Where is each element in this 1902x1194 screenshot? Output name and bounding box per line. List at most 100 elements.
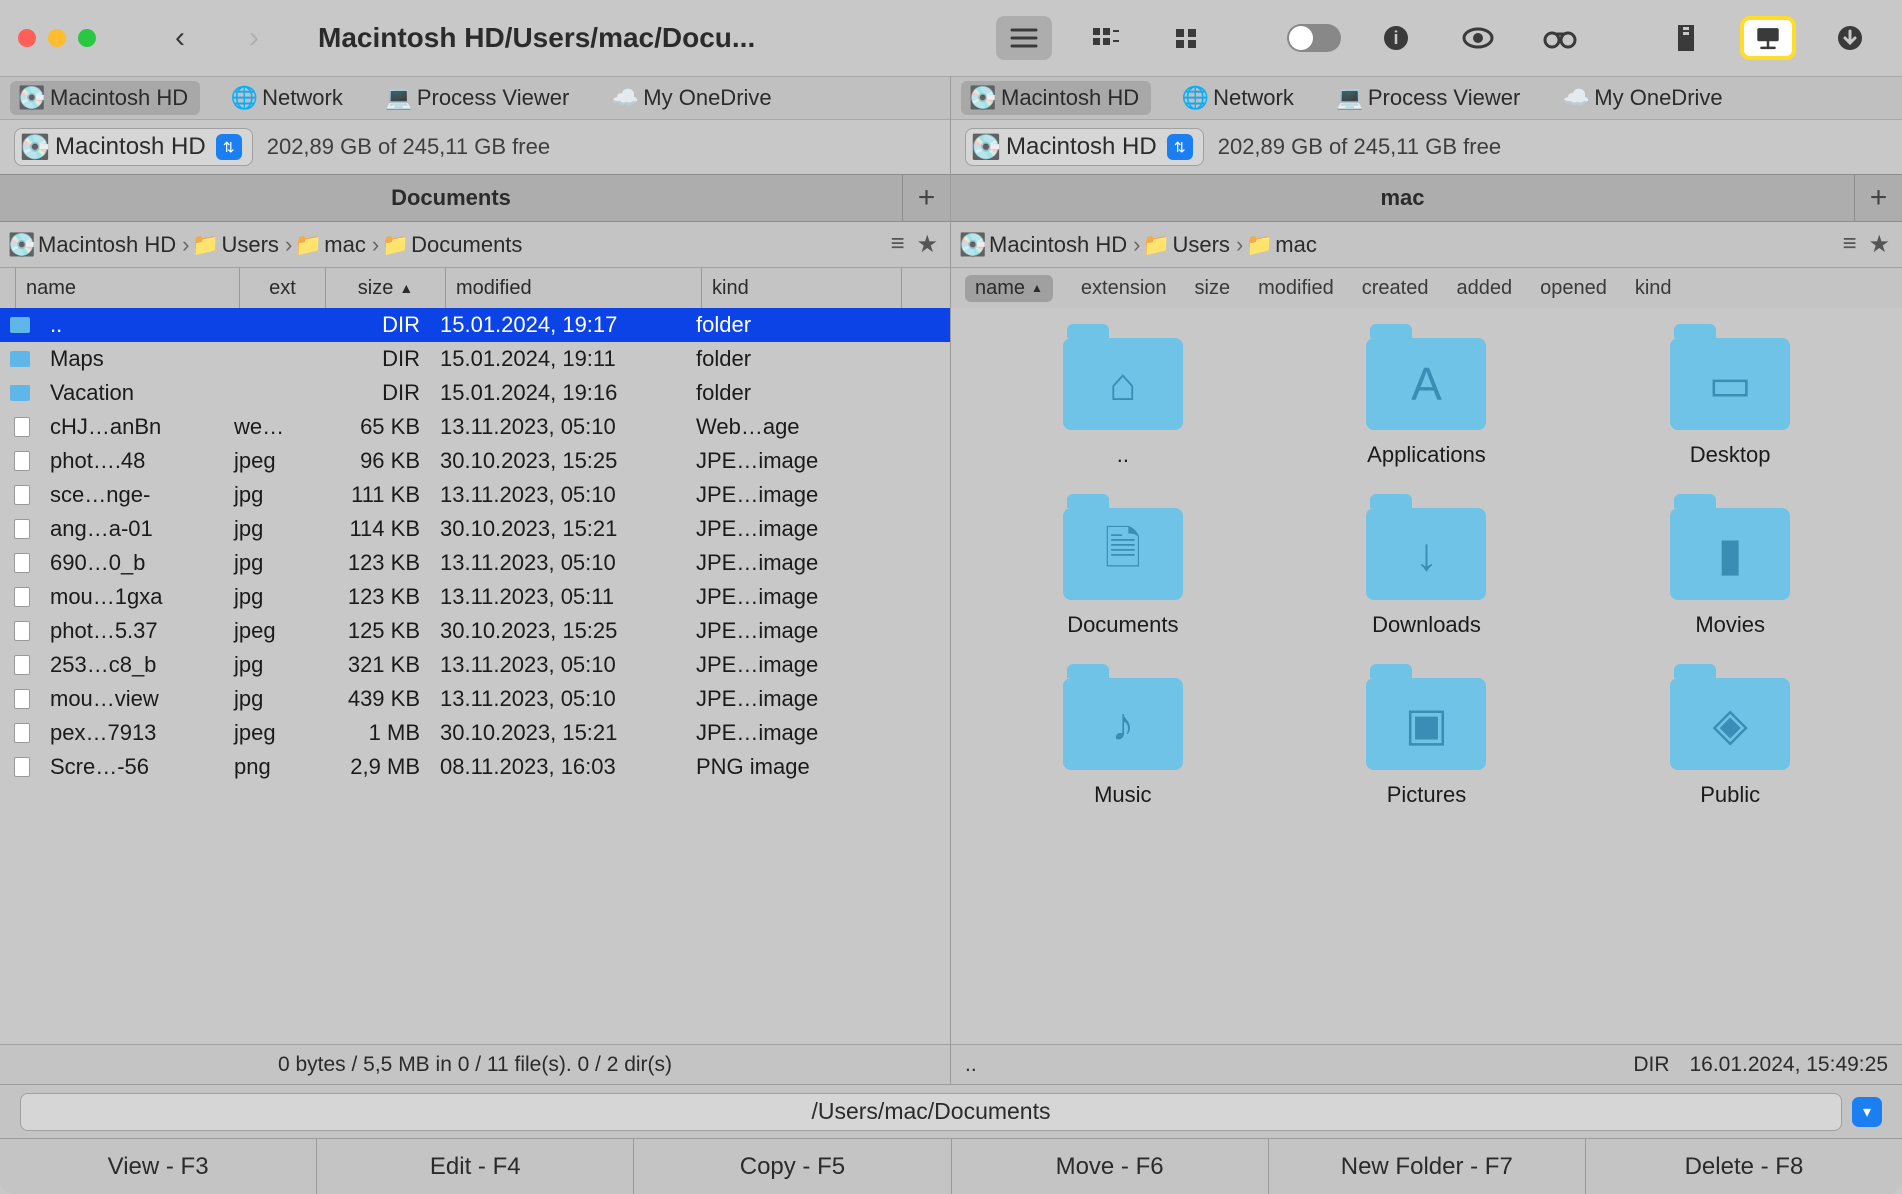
free-space-label: 202,89 GB of 245,11 GB free <box>267 134 550 160</box>
file-icon <box>14 757 30 777</box>
file-row[interactable]: Scre…-56png2,9 MB08.11.2023, 16:03PNG im… <box>0 750 950 784</box>
list-mode-icon[interactable]: ≡ <box>1842 230 1856 259</box>
archive-icon[interactable] <box>1658 16 1714 60</box>
file-row[interactable]: phot…5.37jpeg125 KB30.10.2023, 15:25JPE…… <box>0 614 950 648</box>
file-size: 321 KB <box>310 652 430 678</box>
download-icon[interactable] <box>1822 16 1878 60</box>
favorite-star-icon[interactable]: ★ <box>1868 230 1890 259</box>
add-tab-button[interactable]: + <box>1854 175 1902 221</box>
close-button[interactable] <box>18 29 36 47</box>
file-row[interactable]: pex…7913jpeg1 MB30.10.2023, 15:21JPE…ima… <box>0 716 950 750</box>
volume-selector[interactable]: 💽 Macintosh HD ⇅ <box>14 128 253 166</box>
zoom-button[interactable] <box>78 29 96 47</box>
folder-icon-item[interactable]: ♪Music <box>991 678 1255 808</box>
fav-tab[interactable]: ☁️My OneDrive <box>1554 81 1734 115</box>
folder-icon-item[interactable]: ⌂.. <box>991 338 1255 468</box>
file-ext: jpg <box>224 584 310 610</box>
new-folder-button[interactable]: New Folder - F7 <box>1269 1139 1586 1194</box>
file-row[interactable]: cHJ…anBnwe…65 KB13.11.2023, 05:10Web…age <box>0 410 950 444</box>
binoculars-icon[interactable] <box>1532 16 1588 60</box>
file-size: 1 MB <box>310 720 430 746</box>
toggle-switch[interactable] <box>1286 16 1342 60</box>
folder-label: Public <box>1700 782 1760 808</box>
quicklook-icon[interactable] <box>1450 16 1506 60</box>
icon-view[interactable]: ⌂.. AApplications ▭Desktop 🗎Documents ↓Downl… <box>951 308 1902 1044</box>
file-row[interactable]: sce…nge-jpg111 KB13.11.2023, 05:10JPE…im… <box>0 478 950 512</box>
fav-tab[interactable]: ☁️My OneDrive <box>603 81 783 115</box>
folder-icon-item[interactable]: ▣Pictures <box>1295 678 1559 808</box>
forward-button[interactable]: › <box>224 14 284 62</box>
file-row[interactable]: 253…c8_bjpg321 KB13.11.2023, 05:10JPE…im… <box>0 648 950 682</box>
folder-icon-item[interactable]: ▮Movies <box>1598 508 1862 638</box>
col-header[interactable]: size <box>1195 277 1231 300</box>
file-row[interactable]: ang…a-01jpg114 KB30.10.2023, 15:21JPE…im… <box>0 512 950 546</box>
view-columns-icon[interactable] <box>1078 16 1134 60</box>
breadcrumb-item[interactable]: Users <box>221 232 278 258</box>
move-button[interactable]: Move - F6 <box>952 1139 1269 1194</box>
delete-button[interactable]: Delete - F8 <box>1586 1139 1902 1194</box>
col-header[interactable]: opened <box>1540 277 1607 300</box>
copy-button[interactable]: Copy - F5 <box>634 1139 951 1194</box>
file-row[interactable]: mou…1gxajpg123 KB13.11.2023, 05:11JPE…im… <box>0 580 950 614</box>
col-header[interactable]: added <box>1456 277 1512 300</box>
fav-tab[interactable]: 💽Macintosh HD <box>10 81 200 115</box>
fav-tab[interactable]: 💽Macintosh HD <box>961 81 1151 115</box>
col-header-size[interactable]: size▲ <box>326 268 446 308</box>
folder-icon-item[interactable]: ▭Desktop <box>1598 338 1862 468</box>
panel-tab[interactable]: mac <box>951 175 1854 221</box>
col-header[interactable]: modified <box>1258 277 1334 300</box>
fav-tab[interactable]: 💻Process Viewer <box>377 81 581 115</box>
col-header-modified[interactable]: modified <box>446 268 702 308</box>
file-icon <box>14 621 30 641</box>
file-icon <box>14 485 30 505</box>
view-button[interactable]: View - F3 <box>0 1139 317 1194</box>
file-ext: jpg <box>224 686 310 712</box>
folder-icon-item[interactable]: AApplications <box>1295 338 1559 468</box>
info-icon[interactable]: i <box>1368 16 1424 60</box>
folder-icon-item[interactable]: 🗎Documents <box>991 508 1255 638</box>
breadcrumb-item[interactable]: Users <box>1172 232 1229 258</box>
panel-tab[interactable]: Documents <box>0 175 902 221</box>
volume-dropdown-icon: ⇅ <box>1167 134 1193 160</box>
list-mode-icon[interactable]: ≡ <box>890 230 904 259</box>
network-share-icon[interactable] <box>1740 16 1796 60</box>
breadcrumb-item[interactable]: mac <box>1275 232 1317 258</box>
col-header[interactable]: created <box>1362 277 1429 300</box>
add-tab-button[interactable]: + <box>902 175 950 221</box>
view-grid-icon[interactable] <box>1160 16 1216 60</box>
breadcrumb-item[interactable]: mac <box>324 232 366 258</box>
breadcrumb-item[interactable]: Documents <box>411 232 522 258</box>
path-history-dropdown[interactable]: ▾ <box>1852 1097 1882 1127</box>
volume-selector[interactable]: 💽 Macintosh HD ⇅ <box>965 128 1204 166</box>
breadcrumb-item[interactable]: Macintosh HD <box>989 232 1127 258</box>
favorite-star-icon[interactable]: ★ <box>916 230 938 259</box>
fav-tab[interactable]: 💻Process Viewer <box>1328 81 1532 115</box>
folder-icon-item[interactable]: ↓Downloads <box>1295 508 1559 638</box>
file-ext: jpg <box>224 516 310 542</box>
file-icon <box>14 655 30 675</box>
file-row[interactable]: MapsDIR15.01.2024, 19:11folder <box>0 342 950 376</box>
col-header-ext[interactable]: ext <box>240 268 326 308</box>
col-header-kind[interactable]: kind <box>702 268 902 308</box>
path-input[interactable]: /Users/mac/Documents <box>20 1093 1842 1131</box>
minimize-button[interactable] <box>48 29 66 47</box>
file-row[interactable]: mou…viewjpg439 KB13.11.2023, 05:10JPE…im… <box>0 682 950 716</box>
file-row[interactable]: phot….48jpeg96 KB30.10.2023, 15:25JPE…im… <box>0 444 950 478</box>
file-row[interactable]: VacationDIR15.01.2024, 19:16folder <box>0 376 950 410</box>
fav-tab[interactable]: 🌐Network <box>222 81 355 115</box>
fav-tab[interactable]: 🌐Network <box>1173 81 1306 115</box>
edit-button[interactable]: Edit - F4 <box>317 1139 634 1194</box>
folder-icon-item[interactable]: ◈Public <box>1598 678 1862 808</box>
breadcrumb-item[interactable]: Macintosh HD <box>38 232 176 258</box>
col-header[interactable]: extension <box>1081 277 1167 300</box>
col-header[interactable]: kind <box>1635 277 1672 300</box>
file-list[interactable]: ..DIR15.01.2024, 19:17folderMapsDIR15.01… <box>0 308 950 1044</box>
col-header-name[interactable]: name <box>16 268 240 308</box>
view-list-icon[interactable] <box>996 16 1052 60</box>
file-row[interactable]: ..DIR15.01.2024, 19:17folder <box>0 308 950 342</box>
file-icon <box>14 689 30 709</box>
file-modified: 30.10.2023, 15:21 <box>430 720 686 746</box>
col-header-name[interactable]: name▲ <box>965 275 1053 302</box>
file-row[interactable]: 690…0_bjpg123 KB13.11.2023, 05:10JPE…ima… <box>0 546 950 580</box>
back-button[interactable]: ‹ <box>150 14 210 62</box>
